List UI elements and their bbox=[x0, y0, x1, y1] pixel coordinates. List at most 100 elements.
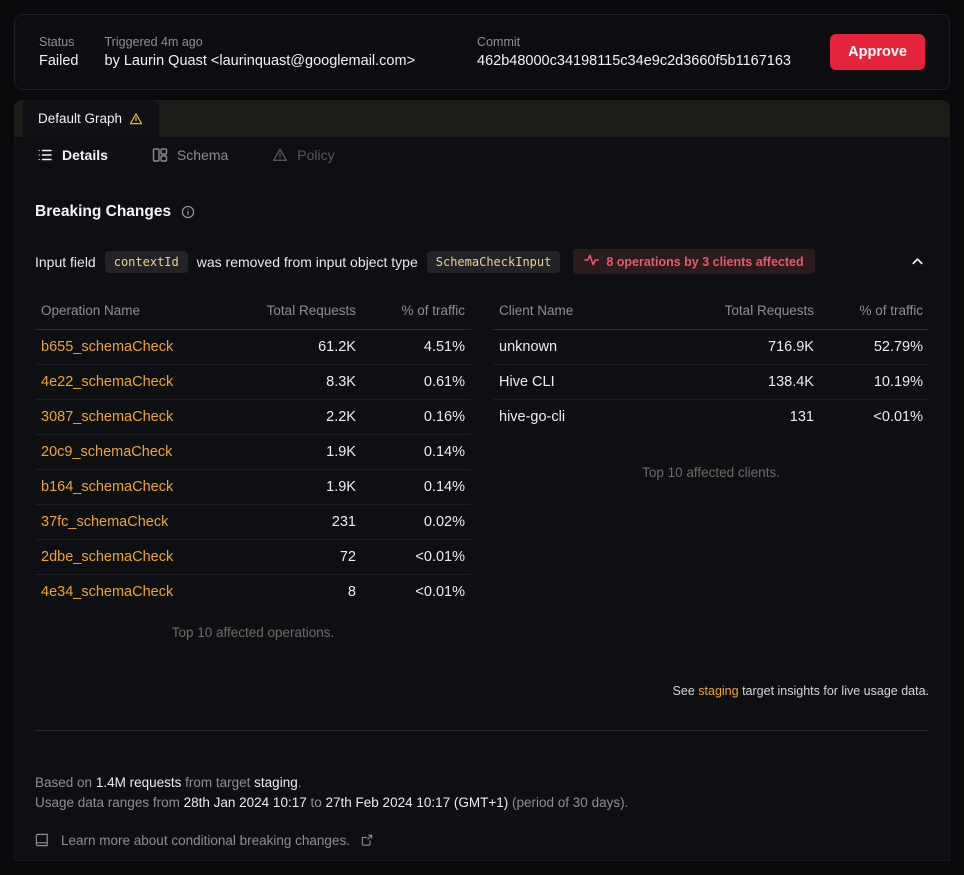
change-middle: was removed from input object type bbox=[197, 254, 418, 270]
change-prefix: Input field bbox=[35, 254, 96, 270]
col-traffic: % of traffic bbox=[820, 294, 929, 330]
col-total-requests: Total Requests bbox=[236, 294, 362, 330]
table-row: 4e22_schemaCheck 8.3K 0.61% bbox=[35, 365, 471, 400]
staging-link[interactable]: staging bbox=[698, 684, 738, 698]
tab-details[interactable]: Details bbox=[37, 147, 108, 163]
operation-requests: 1.9K bbox=[236, 470, 362, 505]
table-row: unknown 716.9K 52.79% bbox=[493, 330, 929, 365]
schema-check-page: Status Failed Triggered 4m ago by Laurin… bbox=[0, 0, 964, 861]
usage-summary: Based on 1.4M requests from target stagi… bbox=[35, 773, 929, 813]
operations-table: Operation Name Total Requests % of traff… bbox=[35, 294, 471, 609]
table-row: b655_schemaCheck 61.2K 4.51% bbox=[35, 330, 471, 365]
clients-table: Client Name Total Requests % of traffic … bbox=[493, 294, 929, 434]
operation-traffic: <0.01% bbox=[362, 575, 471, 610]
divider bbox=[35, 730, 929, 731]
triggered-by: by Laurin Quast <laurinquast@googlemail.… bbox=[105, 53, 416, 69]
commit-field: Commit 462b48000c34198115c34e9c2d3660f5b… bbox=[477, 35, 791, 69]
operation-traffic: 0.14% bbox=[362, 435, 471, 470]
client-name: unknown bbox=[493, 330, 694, 365]
col-total-requests: Total Requests bbox=[694, 294, 820, 330]
operation-traffic: 0.61% bbox=[362, 365, 471, 400]
usage-range-suffix: (period of 30 days). bbox=[512, 795, 628, 810]
check-subnav: Details Schema bbox=[15, 137, 949, 175]
client-requests: 131 bbox=[694, 400, 820, 435]
usage-request-count: 1.4M requests bbox=[96, 775, 182, 790]
triggered-label: Triggered 4m ago bbox=[105, 35, 416, 49]
operation-requests: 2.2K bbox=[236, 400, 362, 435]
status-label: Status bbox=[39, 35, 79, 49]
operation-link[interactable]: 4e22_schemaCheck bbox=[41, 374, 173, 390]
insights-note-pre: See bbox=[673, 684, 695, 698]
operation-link[interactable]: 20c9_schemaCheck bbox=[41, 444, 172, 460]
usage-line-range: Usage data ranges from 28th Jan 2024 10:… bbox=[35, 793, 929, 813]
change-type-code: SchemaCheckInput bbox=[427, 251, 561, 273]
operation-link[interactable]: 37fc_schemaCheck bbox=[41, 514, 168, 530]
warning-triangle-icon bbox=[272, 147, 288, 163]
check-summary-card: Status Failed Triggered 4m ago by Laurin… bbox=[14, 14, 950, 90]
learn-more-link[interactable]: Learn more about conditional breaking ch… bbox=[35, 832, 373, 848]
usage-based-mid: from target bbox=[185, 775, 250, 790]
table-row: 20c9_schemaCheck 1.9K 0.14% bbox=[35, 435, 471, 470]
col-client-name: Client Name bbox=[493, 294, 694, 330]
table-row: hive-go-cli 131 <0.01% bbox=[493, 400, 929, 435]
operations-note: Top 10 affected operations. bbox=[35, 609, 471, 640]
table-row: 2dbe_schemaCheck 72 <0.01% bbox=[35, 540, 471, 575]
graph-tab-label: Default Graph bbox=[38, 111, 122, 126]
usage-range-start: 28th Jan 2024 10:17 bbox=[184, 795, 307, 810]
book-icon bbox=[35, 832, 50, 848]
tab-default-graph[interactable]: Default Graph bbox=[22, 100, 159, 137]
operation-traffic: 0.02% bbox=[362, 505, 471, 540]
status-value: Failed bbox=[39, 53, 79, 69]
graph-card: Default Graph bbox=[14, 100, 950, 861]
insights-note-post: target insights for live usage data. bbox=[742, 684, 929, 698]
client-requests: 716.9K bbox=[694, 330, 820, 365]
approve-button[interactable]: Approve bbox=[830, 34, 925, 70]
breaking-changes-heading-text: Breaking Changes bbox=[35, 203, 171, 221]
details-content: Breaking Changes Input field contextId w… bbox=[15, 175, 949, 848]
operation-requests: 61.2K bbox=[236, 330, 362, 365]
operations-header-row: Operation Name Total Requests % of traff… bbox=[35, 294, 471, 330]
usage-range-mid: to bbox=[310, 795, 321, 810]
external-link-icon bbox=[361, 834, 373, 846]
operation-traffic: 0.14% bbox=[362, 470, 471, 505]
table-row: Hive CLI 138.4K 10.19% bbox=[493, 365, 929, 400]
operation-requests: 1.9K bbox=[236, 435, 362, 470]
tab-details-label: Details bbox=[62, 147, 108, 163]
usage-target-name: staging bbox=[254, 775, 298, 790]
affected-tables: Operation Name Total Requests % of traff… bbox=[35, 294, 929, 640]
breaking-changes-title: Breaking Changes bbox=[35, 203, 929, 221]
operation-requests: 231 bbox=[236, 505, 362, 540]
affected-badge: 8 operations by 3 clients affected bbox=[573, 249, 814, 274]
commit-hash: 462b48000c34198115c34e9c2d3660f5b1167163 bbox=[477, 53, 791, 69]
commit-label: Commit bbox=[477, 35, 791, 49]
pulse-icon bbox=[584, 254, 599, 269]
tab-policy[interactable]: Policy bbox=[272, 147, 334, 163]
usage-range-prefix: Usage data ranges from bbox=[35, 795, 180, 810]
table-row: 4e34_schemaCheck 8 <0.01% bbox=[35, 575, 471, 610]
breaking-change-row: Input field contextId was removed from i… bbox=[35, 249, 929, 274]
tab-schema[interactable]: Schema bbox=[152, 147, 228, 163]
col-operation-name: Operation Name bbox=[35, 294, 236, 330]
col-traffic: % of traffic bbox=[362, 294, 471, 330]
usage-range-end: 27th Feb 2024 10:17 (GMT+1) bbox=[326, 795, 509, 810]
chevron-up-icon[interactable] bbox=[906, 250, 929, 273]
operation-link[interactable]: 3087_schemaCheck bbox=[41, 409, 173, 425]
learn-more-label: Learn more about conditional breaking ch… bbox=[61, 833, 350, 848]
operation-link[interactable]: 2dbe_schemaCheck bbox=[41, 549, 173, 565]
operation-traffic: 4.51% bbox=[362, 330, 471, 365]
client-traffic: <0.01% bbox=[820, 400, 929, 435]
operation-traffic: 0.16% bbox=[362, 400, 471, 435]
table-row: 37fc_schemaCheck 231 0.02% bbox=[35, 505, 471, 540]
tab-schema-label: Schema bbox=[177, 147, 228, 163]
operation-link[interactable]: b164_schemaCheck bbox=[41, 479, 173, 495]
clients-note: Top 10 affected clients. bbox=[493, 449, 929, 480]
client-name: Hive CLI bbox=[493, 365, 694, 400]
info-icon[interactable] bbox=[181, 205, 195, 219]
operation-link[interactable]: 4e34_schemaCheck bbox=[41, 584, 173, 600]
client-name: hive-go-cli bbox=[493, 400, 694, 435]
operation-requests: 8.3K bbox=[236, 365, 362, 400]
change-field-code: contextId bbox=[105, 251, 188, 273]
status-field: Status Failed bbox=[39, 35, 79, 69]
operation-link[interactable]: b655_schemaCheck bbox=[41, 339, 173, 355]
client-traffic: 10.19% bbox=[820, 365, 929, 400]
